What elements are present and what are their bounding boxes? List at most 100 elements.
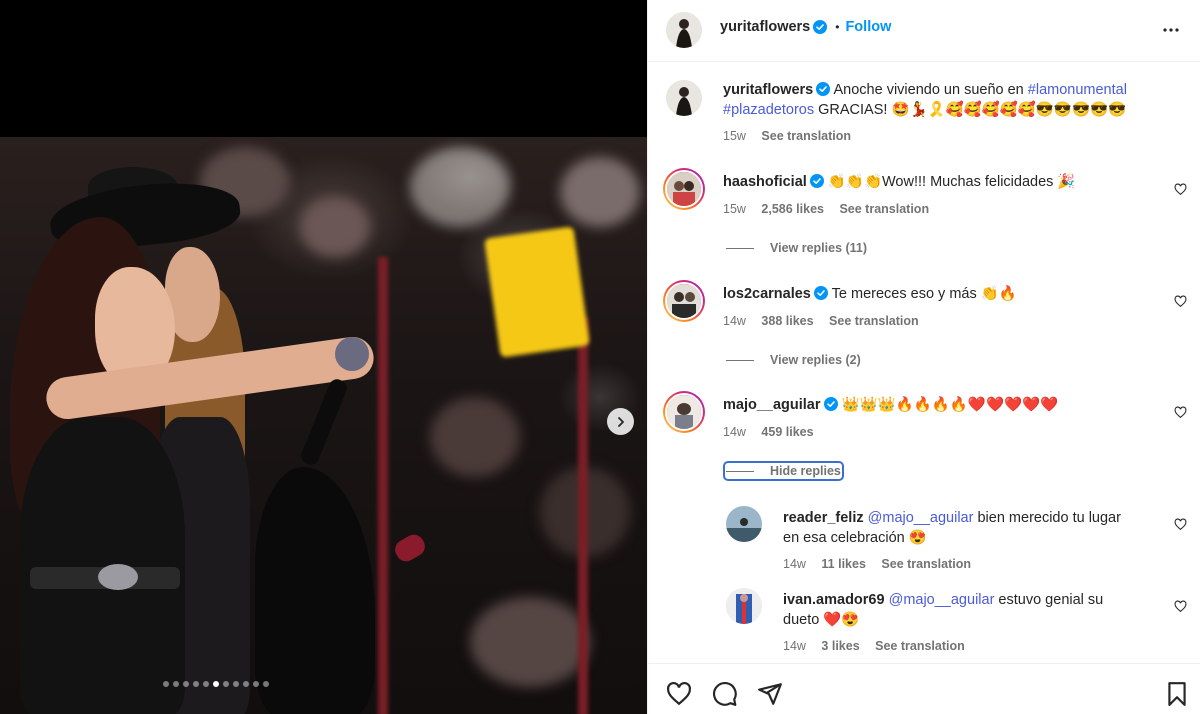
- heart-icon[interactable]: [1174, 600, 1187, 613]
- post-actions: [648, 663, 1200, 714]
- carousel-indicator: [163, 681, 269, 687]
- reply-timestamp[interactable]: 14w: [783, 557, 806, 571]
- carousel-dot: [203, 681, 209, 687]
- author-avatar[interactable]: [666, 80, 702, 116]
- verified-badge-icon: [809, 174, 824, 188]
- hide-replies-label: Hide replies: [770, 464, 841, 478]
- microphone: [335, 337, 369, 371]
- verified-badge-icon: [813, 20, 828, 34]
- reply-text: estuvo genial su: [994, 592, 1104, 608]
- author-avatar[interactable]: [666, 12, 702, 48]
- view-replies-label: View replies (11): [770, 241, 868, 255]
- crowd-blur: [430, 397, 520, 477]
- crowd-blur: [300, 197, 370, 257]
- comment-timestamp[interactable]: 15w: [723, 202, 746, 216]
- commenter-avatar[interactable]: [663, 391, 705, 433]
- singer-leather-top: [20, 417, 185, 714]
- microphone-handle: [298, 376, 350, 468]
- heart-icon[interactable]: [1174, 295, 1187, 308]
- comment-timestamp[interactable]: 14w: [723, 425, 746, 439]
- avatar-image: [666, 80, 702, 116]
- heart-icon[interactable]: [1174, 406, 1187, 419]
- verified-badge-icon: [816, 82, 831, 96]
- carousel-dot: [253, 681, 259, 687]
- carousel-dot: [223, 681, 229, 687]
- carousel-dot: [243, 681, 249, 687]
- view-replies-button[interactable]: View replies (2): [726, 353, 861, 367]
- mention-link[interactable]: @majo__aguilar: [868, 510, 974, 526]
- stage-pole: [578, 317, 588, 714]
- post-photo[interactable]: [0, 137, 647, 714]
- carousel-dot: [163, 681, 169, 687]
- post-header: yuritaflowers • Follow: [648, 0, 1200, 62]
- heart-icon[interactable]: [1174, 518, 1187, 531]
- hashtag-link[interactable]: #lamonumental: [1028, 82, 1127, 98]
- crowd-blur: [470, 597, 590, 687]
- comment-username[interactable]: los2carnales: [723, 286, 811, 302]
- separator-dot: •: [835, 20, 840, 34]
- replies-line: [726, 359, 754, 361]
- reply-likes[interactable]: 3 likes: [821, 639, 859, 653]
- view-replies-button[interactable]: View replies (11): [726, 241, 867, 255]
- feather-boa: [255, 467, 375, 714]
- comment-text: 👑👑👑🔥🔥🔥🔥❤️❤️❤️❤️❤️: [841, 397, 1059, 413]
- view-replies-label: View replies (2): [770, 353, 861, 367]
- comment-text: 👏👏👏Wow!!! Muchas felicidades 🎉: [827, 174, 1076, 190]
- reply-likes[interactable]: 11 likes: [821, 557, 866, 571]
- heart-icon[interactable]: [666, 681, 692, 707]
- comment-likes[interactable]: 388 likes: [761, 314, 813, 328]
- reply-text: dueto ❤️😍: [783, 612, 860, 628]
- post-sidebar: yuritaflowers • Follow yuritaflowers Ano…: [647, 0, 1200, 714]
- caption-username[interactable]: yuritaflowers: [723, 82, 813, 98]
- replies-line: [726, 247, 754, 249]
- hashtag-link[interactable]: #plazadetoros: [723, 102, 814, 118]
- verified-badge-icon: [813, 286, 828, 300]
- avatar-image: [667, 284, 701, 318]
- author-username[interactable]: yuritaflowers: [720, 19, 810, 35]
- post-timestamp[interactable]: 15w: [723, 129, 746, 143]
- reply-text: en esa celebración 😍: [783, 530, 927, 546]
- commenter-avatar[interactable]: [663, 280, 705, 322]
- avatar-image: [667, 172, 701, 206]
- follow-button[interactable]: Follow: [845, 19, 891, 35]
- see-translation-button[interactable]: See translation: [881, 557, 971, 571]
- hide-replies-button[interactable]: Hide replies: [723, 461, 844, 481]
- replies-line: [726, 470, 754, 472]
- carousel-next-button[interactable]: [607, 408, 634, 435]
- avatar-image: [667, 395, 701, 429]
- carousel-dot: [183, 681, 189, 687]
- see-translation-button[interactable]: See translation: [829, 314, 919, 328]
- comment-timestamp[interactable]: 14w: [723, 314, 746, 328]
- reply-text: bien merecido tu lugar: [973, 510, 1121, 526]
- reply-timestamp[interactable]: 14w: [783, 639, 806, 653]
- comment-likes[interactable]: 2,586 likes: [761, 202, 824, 216]
- comment-likes[interactable]: 459 likes: [761, 425, 813, 439]
- belt-buckle: [98, 564, 138, 590]
- post-media: [0, 0, 647, 714]
- avatar-image: [666, 12, 702, 48]
- reply-username[interactable]: reader_feliz: [783, 510, 864, 526]
- caption-text: GRACIAS! 🤩💃🎗️🥰🥰🥰🥰🥰😎😎😎😎😎: [814, 102, 1127, 118]
- replier-avatar[interactable]: [726, 506, 762, 542]
- stage-pole: [378, 257, 388, 714]
- comment-username[interactable]: haashoficial: [723, 174, 807, 190]
- microphone: [391, 530, 429, 566]
- commenter-avatar[interactable]: [663, 168, 705, 210]
- mention-link[interactable]: @majo__aguilar: [889, 592, 995, 608]
- carousel-dot: [173, 681, 179, 687]
- comment-username[interactable]: majo__aguilar: [723, 397, 821, 413]
- bookmark-icon[interactable]: [1164, 681, 1190, 707]
- avatar-image: [726, 506, 762, 542]
- share-icon[interactable]: [757, 681, 783, 707]
- see-translation-button[interactable]: See translation: [839, 202, 929, 216]
- carousel-dot: [263, 681, 269, 687]
- see-translation-button[interactable]: See translation: [875, 639, 965, 653]
- heart-icon[interactable]: [1174, 183, 1187, 196]
- carousel-dot: [213, 681, 219, 687]
- see-translation-button[interactable]: See translation: [761, 129, 851, 143]
- avatar-image: [726, 588, 762, 624]
- replier-avatar[interactable]: [726, 588, 762, 624]
- more-options-icon[interactable]: [1159, 18, 1183, 42]
- reply-username[interactable]: ivan.amador69: [783, 592, 885, 608]
- comment-icon[interactable]: [712, 681, 738, 707]
